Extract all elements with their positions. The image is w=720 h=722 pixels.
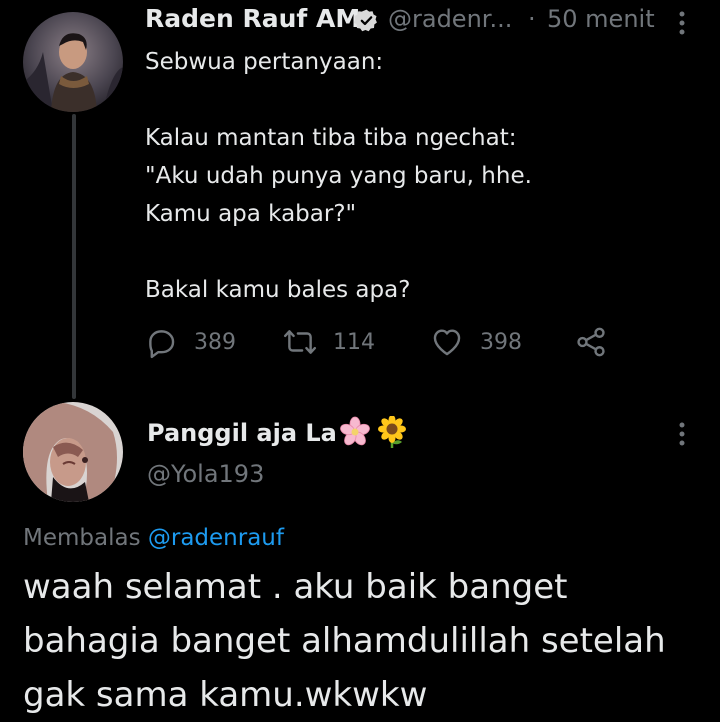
avatar[interactable] — [23, 402, 123, 502]
cherry-blossom-icon — [340, 416, 370, 446]
like-count: 398 — [480, 329, 522, 355]
replying-to-mention-link[interactable]: @radenrauf — [148, 525, 284, 551]
reply-button[interactable]: 389 — [144, 325, 236, 359]
thread-connector-line — [72, 114, 76, 399]
share-button[interactable] — [574, 325, 624, 359]
replying-prefix: Membalas — [23, 525, 141, 551]
more-options-icon[interactable] — [672, 419, 692, 449]
replying-to-line: Membalas @radenrauf — [23, 525, 284, 551]
retweet-count: 114 — [333, 329, 375, 355]
author-handle[interactable]: @Yola193 — [147, 460, 264, 488]
more-options-icon[interactable] — [672, 8, 692, 38]
author-handle[interactable]: @radenr... — [388, 5, 512, 33]
author-name[interactable]: Panggil aja La — [147, 419, 337, 447]
share-icon — [577, 327, 605, 357]
retweet-button[interactable]: 114 — [283, 325, 375, 359]
verified-badge-icon — [354, 9, 377, 32]
heart-icon — [433, 329, 461, 356]
author-name[interactable]: Raden Rauf AM — [145, 4, 360, 33]
tweet-text: Sebwua pertanyaan: Kalau mantan tiba tib… — [145, 49, 532, 303]
like-button[interactable]: 398 — [430, 325, 522, 359]
avatar-photo — [23, 12, 123, 112]
reply-icon — [149, 330, 175, 359]
reply-count: 389 — [194, 329, 236, 355]
tweet-timestamp[interactable]: 50 menit — [547, 5, 655, 33]
sunflower-icon — [378, 416, 406, 448]
avatar-photo — [23, 402, 123, 502]
separator-dot: · — [528, 5, 536, 33]
reply-tweet-text: waah selamat . aku baik banget bahagia b… — [23, 567, 666, 715]
retweet-icon — [283, 330, 317, 354]
avatar[interactable] — [23, 12, 123, 112]
